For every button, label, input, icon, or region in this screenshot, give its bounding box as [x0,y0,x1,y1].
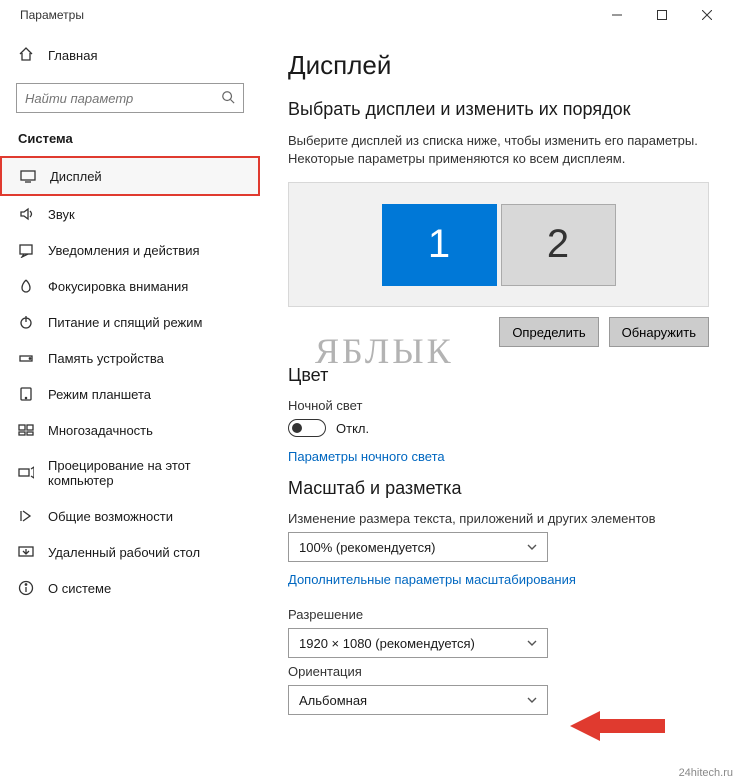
credit: 24hitech.ru [679,767,733,779]
sidebar-item-notifications[interactable]: Уведомления и действия [0,232,260,268]
sound-icon [18,206,34,222]
identify-button[interactable]: Определить [499,317,598,347]
scale-value: 100% (рекомендуется) [299,540,435,555]
chevron-down-icon [527,693,537,708]
sidebar-section-title: Система [0,123,260,156]
titlebar: Параметры [0,0,737,30]
sidebar-item-multitask[interactable]: Многозадачность [0,412,260,448]
scale-label: Изменение размера текста, приложений и д… [288,511,709,526]
night-light-state: Откл. [336,421,369,436]
color-heading: Цвет [288,365,709,386]
sidebar-home[interactable]: Главная [0,36,260,75]
orientation-select[interactable]: Альбомная [288,685,548,715]
multitask-icon [18,422,34,438]
sidebar-item-label: Питание и спящий режим [48,315,202,330]
monitor-2[interactable]: 2 [501,204,616,286]
power-icon [18,314,34,330]
sidebar-item-label: Удаленный рабочий стол [48,545,200,560]
sidebar-item-tablet[interactable]: Режим планшета [0,376,260,412]
arrange-description: Выберите дисплей из списка ниже, чтобы и… [288,132,709,168]
orientation-value: Альбомная [299,693,367,708]
sidebar-item-label: Память устройства [48,351,164,366]
sidebar-item-remote[interactable]: Удаленный рабочий стол [0,534,260,570]
chevron-down-icon [527,636,537,651]
page-title: Дисплей [288,50,709,81]
detect-button[interactable]: Обнаружить [609,317,709,347]
chevron-down-icon [527,540,537,555]
sidebar-item-label: Уведомления и действия [48,243,200,258]
orientation-label: Ориентация [288,664,709,679]
advanced-scale-link[interactable]: Дополнительные параметры масштабирования [288,572,576,587]
sidebar-item-power[interactable]: Питание и спящий режим [0,304,260,340]
sidebar-item-label: О системе [48,581,111,596]
sidebar-item-label: Дисплей [50,169,102,184]
window-title: Параметры [20,8,594,22]
monitor-1[interactable]: 1 [382,204,497,286]
home-icon [18,46,34,65]
focus-icon [18,278,34,294]
night-light-toggle[interactable] [288,419,326,437]
search-box[interactable] [16,83,244,113]
scale-heading: Масштаб и разметка [288,478,709,499]
resolution-value: 1920 × 1080 (рекомендуется) [299,636,475,651]
night-light-settings-link[interactable]: Параметры ночного света [288,449,445,464]
main-panel: Дисплей Выбрать дисплеи и изменить их по… [260,30,737,783]
sidebar-item-label: Фокусировка внимания [48,279,188,294]
search-icon [221,90,235,107]
remote-icon [18,544,34,560]
resolution-label: Разрешение [288,607,709,622]
sidebar-item-storage[interactable]: Память устройства [0,340,260,376]
sidebar-home-label: Главная [48,48,97,63]
notifications-icon [18,242,34,258]
sidebar-item-project[interactable]: Проецирование на этот компьютер [0,448,260,498]
storage-icon [18,350,34,366]
sidebar-item-label: Многозадачность [48,423,153,438]
shared-icon [18,508,34,524]
sidebar-item-label: Общие возможности [48,509,173,524]
sidebar-item-focus[interactable]: Фокусировка внимания [0,268,260,304]
sidebar-item-label: Звук [48,207,75,222]
search-input[interactable] [25,91,221,106]
sidebar: Главная Система Дисплей Звук Уведомления… [0,30,260,783]
arrange-heading: Выбрать дисплеи и изменить их порядок [288,99,709,120]
sidebar-item-label: Режим планшета [48,387,151,402]
sidebar-item-sound[interactable]: Звук [0,196,260,232]
night-light-label: Ночной свет [288,398,709,413]
display-icon [20,168,36,184]
sidebar-item-about[interactable]: О системе [0,570,260,606]
tablet-icon [18,386,34,402]
scale-select[interactable]: 100% (рекомендуется) [288,532,548,562]
sidebar-item-label: Проецирование на этот компьютер [48,458,242,488]
maximize-button[interactable] [639,0,684,30]
info-icon [18,580,34,596]
close-button[interactable] [684,0,729,30]
minimize-button[interactable] [594,0,639,30]
project-icon [18,465,34,481]
sidebar-item-shared[interactable]: Общие возможности [0,498,260,534]
monitor-arrange-area[interactable]: 1 2 [288,182,709,307]
resolution-select[interactable]: 1920 × 1080 (рекомендуется) [288,628,548,658]
sidebar-item-display[interactable]: Дисплей [0,156,260,196]
